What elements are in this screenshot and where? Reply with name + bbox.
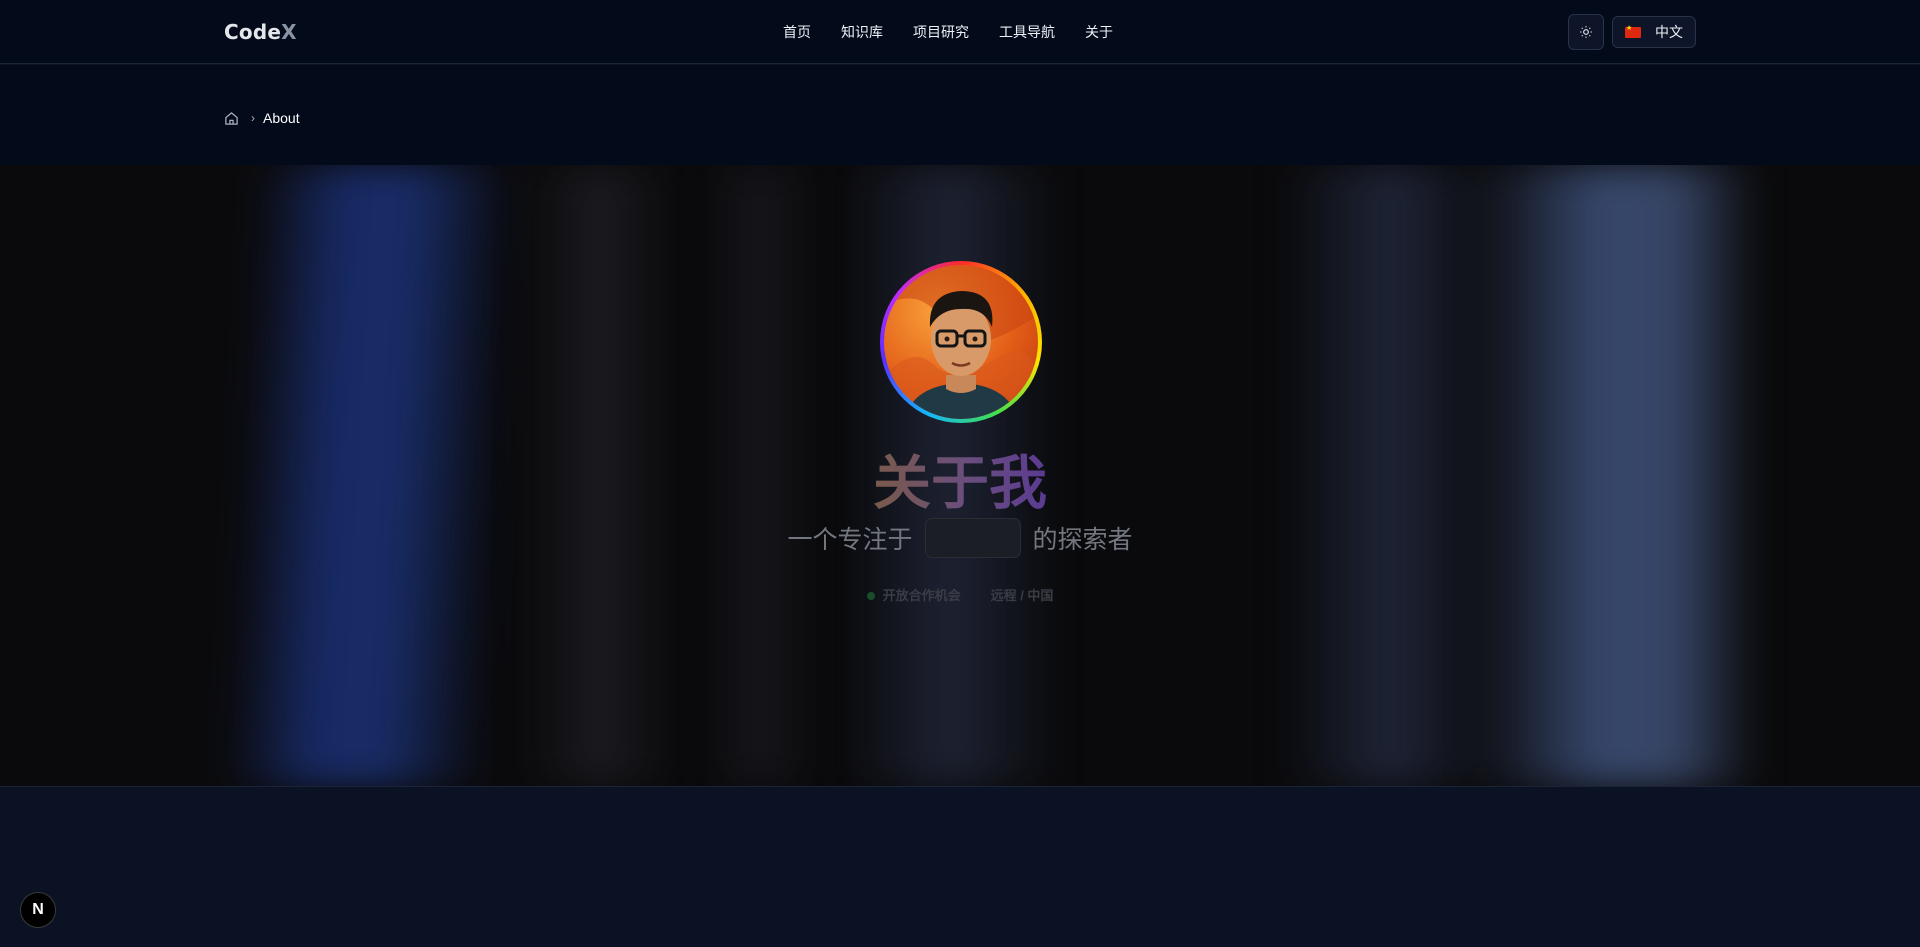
chevron-right-icon: › (251, 111, 255, 125)
subtitle-suffix: 的探索者 (1032, 526, 1133, 554)
status-dot-icon (866, 592, 875, 600)
breadcrumb: › About (224, 110, 300, 126)
availability-status: 开放合作机会 (866, 585, 961, 604)
language-label: 中文 (1655, 24, 1683, 40)
nav-tools[interactable]: 工具导航 (999, 22, 1055, 42)
top-navigation-bar: CodeX 首页 知识库 项目研究 工具导航 关于 中文 (0, 0, 1920, 64)
avatar-illustration (884, 265, 1038, 419)
nav-knowledge-base[interactable]: 知识库 (841, 22, 883, 42)
location-text: 远程 / 中国 (990, 588, 1054, 603)
typing-placeholder-box (924, 518, 1021, 558)
theme-toggle-button[interactable] (1568, 14, 1604, 50)
hero-meta: 开放合作机会 远程 / 中国 (0, 585, 1920, 604)
page-title: 关于我 (872, 451, 1047, 516)
china-flag-icon (1625, 24, 1641, 38)
main-nav: 首页 知识库 项目研究 工具导航 关于 (783, 22, 1143, 42)
nav-about[interactable]: 关于 (1085, 22, 1113, 42)
avatar (880, 261, 1042, 423)
logo-text: Code (224, 20, 282, 44)
language-switcher-button[interactable]: 中文 (1612, 16, 1696, 48)
site-logo[interactable]: CodeX (224, 20, 297, 44)
breadcrumb-current: About (263, 110, 300, 126)
about-hero-section: 关于我 一个专注于 的探索者 开放合作机会 远程 / 中国 (0, 165, 1920, 787)
breadcrumb-bar: › About (0, 65, 1920, 165)
nextjs-dev-badge[interactable]: N (20, 892, 56, 928)
sun-icon (1580, 26, 1592, 38)
home-icon[interactable] (224, 111, 239, 126)
nav-projects[interactable]: 项目研究 (913, 22, 969, 42)
logo-accent-text: X (281, 20, 297, 44)
nav-home[interactable]: 首页 (783, 22, 811, 42)
subtitle-prefix: 一个专注于 (787, 526, 913, 554)
hero-subtitle: 一个专注于 的探索者 (0, 518, 1920, 558)
